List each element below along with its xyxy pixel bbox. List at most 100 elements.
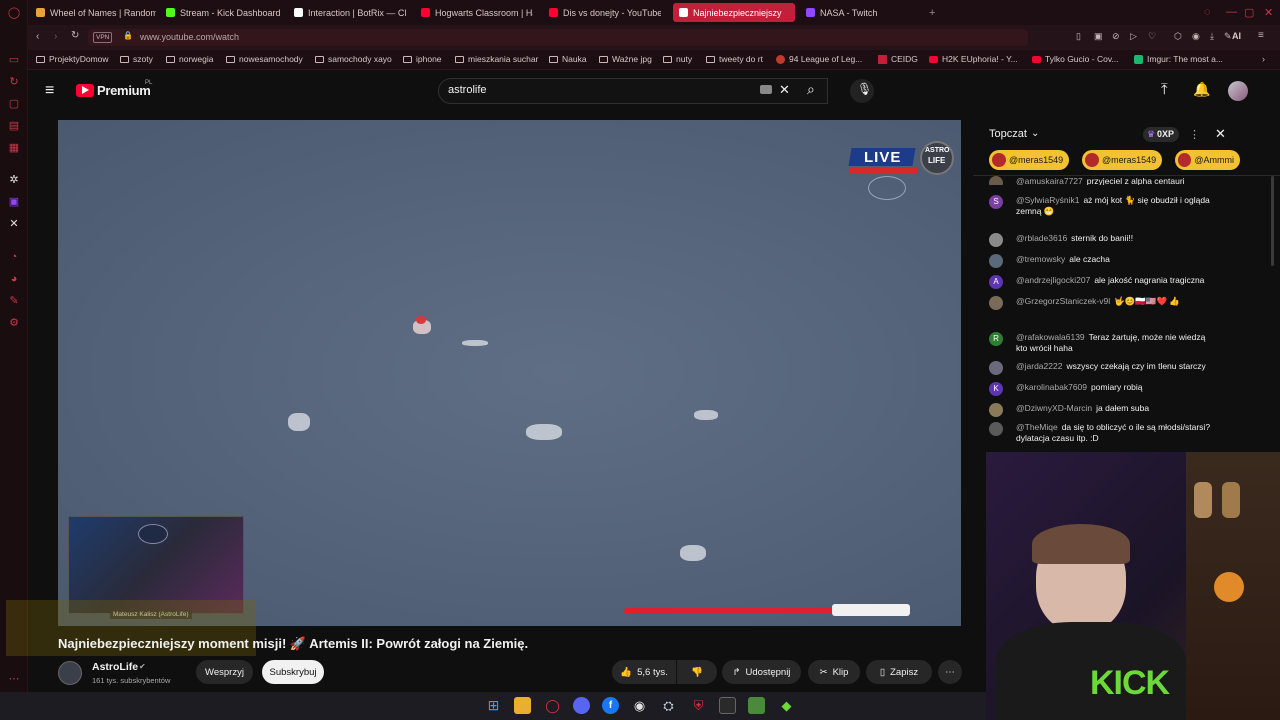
bookmark-folder[interactable]: mieszkania suchar [455, 54, 538, 64]
twitch-icon[interactable]: ▣ [7, 195, 21, 209]
bookmark-link[interactable]: Imgur: The most a... [1134, 54, 1223, 64]
chevron-down-icon[interactable]: ⌄ [1031, 128, 1039, 139]
tab-hogwarts[interactable]: Hogwarts Classroom | Ha [421, 3, 533, 22]
vpn-badge[interactable]: VPN [93, 32, 113, 43]
bookmark-link[interactable]: 94 League of Leg... [776, 54, 862, 64]
extensions-icon[interactable]: ⬡ [1174, 31, 1182, 42]
dislike-button[interactable]: 👎 [677, 660, 717, 684]
player-icon[interactable]: ▦ [7, 141, 21, 155]
search-tabs-icon[interactable]: ◌ [1204, 6, 1211, 18]
bookmark-folder[interactable]: norwegia [166, 54, 214, 64]
pinned-supporter-chip[interactable]: @Ammmi [1175, 150, 1240, 170]
url-text[interactable]: www.youtube.com/watch [140, 32, 239, 42]
search-query[interactable]: astrolife [448, 84, 487, 96]
minimize-icon[interactable]: — [1226, 6, 1237, 18]
tab-najniebezpieczniejszy[interactable]: Najniebezpieczniejszy [673, 3, 795, 22]
keyboard-icon[interactable] [760, 85, 772, 94]
player-icon[interactable]: ▷ [1130, 31, 1137, 42]
more-icon[interactable]: ⋯ [7, 672, 21, 686]
x-icon[interactable]: ✕ [7, 217, 21, 231]
close-chat-icon[interactable]: ✕ [1215, 126, 1226, 142]
terminal-icon[interactable] [719, 697, 736, 714]
bookmark-link[interactable]: CEIDG [878, 54, 918, 64]
share-button[interactable]: ↱ Udostępnij [722, 660, 801, 684]
facebook-icon[interactable]: f [602, 697, 619, 714]
download-icon[interactable]: ⤓ [1210, 31, 1214, 42]
bookmark-icon[interactable]: ▯ [1076, 31, 1081, 42]
extensions-icon[interactable]: ✎ [7, 294, 21, 308]
clip-button[interactable]: ✂ Klip [808, 660, 860, 684]
search-icon[interactable]: ⌕ [807, 81, 815, 98]
bookmark-link[interactable]: Tylko Gucio - Cov... [1032, 54, 1119, 64]
obs-icon[interactable]: ◉ [631, 697, 648, 714]
minecraft-icon[interactable] [748, 697, 765, 714]
menu-icon[interactable]: ≡ [1258, 30, 1264, 41]
notifications-bell-icon[interactable]: 🔔 [1193, 81, 1210, 98]
bookmark-folder[interactable]: samochody xayo [315, 54, 392, 64]
pinned-supporter-chip[interactable]: @meras1549 [1082, 150, 1163, 170]
lock-icon[interactable]: 🔒 [123, 31, 133, 40]
discord-icon[interactable] [573, 697, 590, 714]
tab-kick-dashboard[interactable]: Stream - Kick Dashboard [166, 3, 281, 22]
subscribe-button[interactable]: Subskrybuj [262, 660, 324, 684]
tab-dis-vs-donejty[interactable]: Dis vs donejty - YouTube [549, 3, 661, 22]
folder-icon [120, 55, 129, 63]
pinned-supporter-chip[interactable]: @meras1549 [989, 150, 1070, 170]
forward-icon[interactable]: › [54, 31, 57, 42]
clock-icon[interactable]: ◔ [7, 250, 21, 264]
chat-mode-dropdown[interactable]: Topczat [989, 128, 1027, 140]
tab-nasa-twitch[interactable]: NASA - Twitch [806, 3, 906, 22]
windows-start-icon[interactable]: ⊞ [485, 697, 502, 714]
more-actions-button[interactable]: ⋯ [938, 660, 962, 684]
heart-icon[interactable]: ♡ [1148, 31, 1156, 42]
opera-logo-icon[interactable]: ◯ [7, 6, 21, 20]
bookmark-folder[interactable]: tweety do rt [706, 54, 763, 64]
bookmark-link[interactable]: H2K EUphoria! - Y... [929, 54, 1018, 64]
back-icon[interactable]: ‹ [36, 31, 39, 42]
settings-icon[interactable]: ⚙ [7, 316, 21, 330]
youtube-premium-logo[interactable]: Premium [97, 83, 151, 98]
support-button[interactable]: Wesprzyj [196, 660, 253, 684]
snapshot-icon[interactable]: ▣ [1094, 31, 1103, 42]
ai-button[interactable]: AI [1232, 31, 1241, 41]
like-button[interactable]: 👍 5,6 tys. [612, 660, 676, 684]
channel-avatar[interactable] [58, 661, 82, 685]
aria-icon[interactable]: ✎ [1224, 31, 1232, 42]
bookmarks-more-icon[interactable]: › [1262, 54, 1265, 64]
bookmark-folder[interactable]: iphone [403, 54, 442, 64]
bookmark-folder[interactable]: szoty [120, 54, 153, 64]
tab-botrix[interactable]: Interaction | BotRix — Clo [294, 3, 406, 22]
profile-icon[interactable]: ◉ [1192, 31, 1200, 42]
avatar[interactable] [1228, 81, 1248, 101]
chat-scrollbar[interactable] [1271, 176, 1274, 266]
bag-icon[interactable]: ▢ [7, 97, 21, 111]
save-button[interactable]: ▯ Zapisz [866, 660, 932, 684]
close-window-icon[interactable]: ✕ [1264, 6, 1273, 19]
video-player[interactable]: LIVE ASTRO LIFE Mateusz Kalisz (AstroLif… [58, 120, 961, 626]
adblock-icon[interactable]: ⊘ [1112, 31, 1120, 42]
wallet-icon[interactable]: ▤ [7, 119, 21, 133]
hamburger-menu-icon[interactable]: ≡ [45, 82, 54, 100]
shield-icon[interactable]: ⛨ [690, 697, 707, 714]
maximize-icon[interactable]: ▢ [1244, 6, 1254, 19]
new-tab-button[interactable]: + [929, 3, 935, 22]
more-options-icon[interactable]: ⋮ [1189, 128, 1200, 141]
bookmark-folder[interactable]: nuty [663, 54, 692, 64]
download-icon[interactable]: ◕ [7, 272, 21, 286]
tab-wheel-of-names[interactable]: Wheel of Names | Random [36, 3, 156, 22]
upload-icon[interactable]: ⤒ [1161, 81, 1168, 98]
bookmark-folder[interactable]: Nauka [549, 54, 587, 64]
bookmark-folder[interactable]: nowesamochody [226, 54, 303, 64]
clear-search-icon[interactable]: ✕ [779, 82, 790, 98]
channel-name[interactable]: AstroLife [92, 661, 138, 673]
openai-icon[interactable]: ✲ [7, 173, 21, 187]
messenger-icon[interactable]: ▭ [7, 53, 21, 67]
app-icon[interactable]: ◆ [778, 697, 795, 714]
reload-icon[interactable]: ↻ [71, 30, 79, 41]
history-icon[interactable]: ↻ [7, 75, 21, 89]
bookmark-folder[interactable]: ProjektyDomow [36, 54, 109, 64]
opera-icon[interactable]: ◯ [544, 697, 561, 714]
bookmark-folder[interactable]: Ważne jpg [599, 54, 652, 64]
steam-icon[interactable]: ⛭ [660, 697, 677, 714]
file-explorer-icon[interactable] [514, 697, 531, 714]
